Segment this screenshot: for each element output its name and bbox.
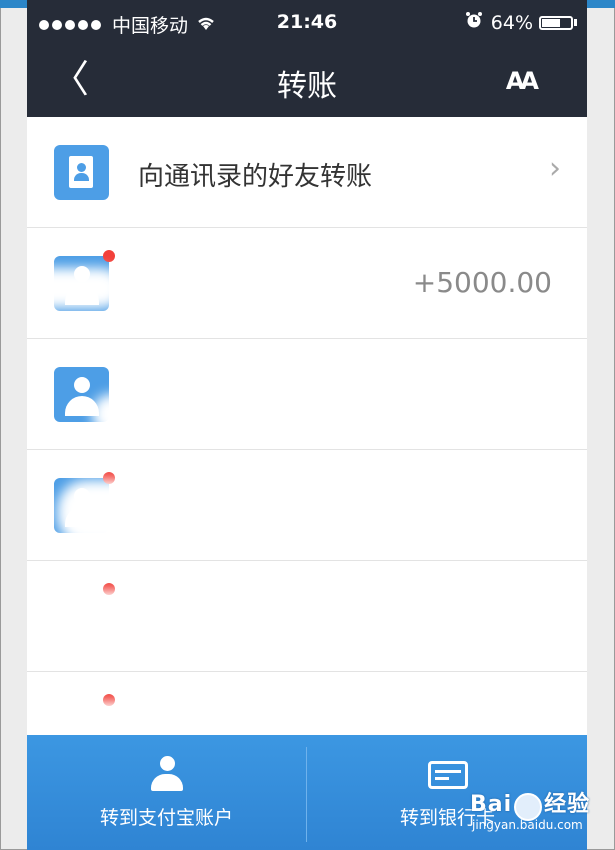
bank-card-icon	[428, 761, 468, 789]
recent-contact-row[interactable]: +5000.00	[27, 228, 587, 339]
contacts-transfer-row[interactable]: 向通讯录的好友转账 ›	[27, 117, 587, 228]
divider	[306, 747, 307, 842]
redacted-name	[132, 374, 242, 414]
transfer-to-alipay-button[interactable]: 转到支付宝账户	[27, 735, 306, 850]
paw-icon	[514, 792, 543, 821]
watermark-brand: Bai	[470, 792, 513, 817]
contact-book-icon	[54, 145, 109, 200]
navigation-bar: 〈 转账 AA	[27, 45, 587, 117]
redacted-name	[177, 702, 237, 732]
recent-contact-row[interactable]	[27, 450, 587, 561]
phone-screen: 中国移动 21:46 64% 〈 转账 AA 向通讯录的好友转账 › +5000…	[27, 0, 587, 850]
recent-contact-row[interactable]	[27, 561, 587, 672]
page-title: 转账	[277, 69, 337, 104]
font-size-button[interactable]: AA	[506, 67, 539, 95]
redacted-name	[177, 616, 337, 638]
watermark-brand-suffix: 经验	[544, 792, 591, 817]
status-right: 64%	[465, 11, 577, 34]
redacted-area	[92, 394, 132, 434]
transfer-amount: +5000.00	[412, 266, 552, 299]
status-bar: 中国移动 21:46 64%	[27, 0, 587, 45]
battery-percent: 64%	[490, 11, 533, 34]
redacted-area	[27, 268, 122, 308]
watermark-site: jingyan.baidu.com	[472, 818, 583, 832]
baidu-watermark: Bai 经验 jingyan.baidu.com	[470, 786, 591, 832]
chevron-right-icon: ›	[549, 151, 561, 186]
unread-badge	[103, 250, 115, 262]
battery-icon	[539, 15, 573, 30]
alipay-label: 转到支付宝账户	[99, 807, 233, 829]
alarm-icon	[465, 11, 483, 34]
contacts-transfer-label: 向通讯录的好友转账	[138, 162, 373, 192]
transfer-list: 向通讯录的好友转账 › +5000.00	[27, 117, 587, 783]
redacted-name	[132, 263, 242, 285]
redacted-area	[27, 591, 157, 656]
redacted-area	[57, 480, 142, 545]
recent-contact-row[interactable]	[27, 339, 587, 450]
user-icon	[151, 756, 183, 792]
